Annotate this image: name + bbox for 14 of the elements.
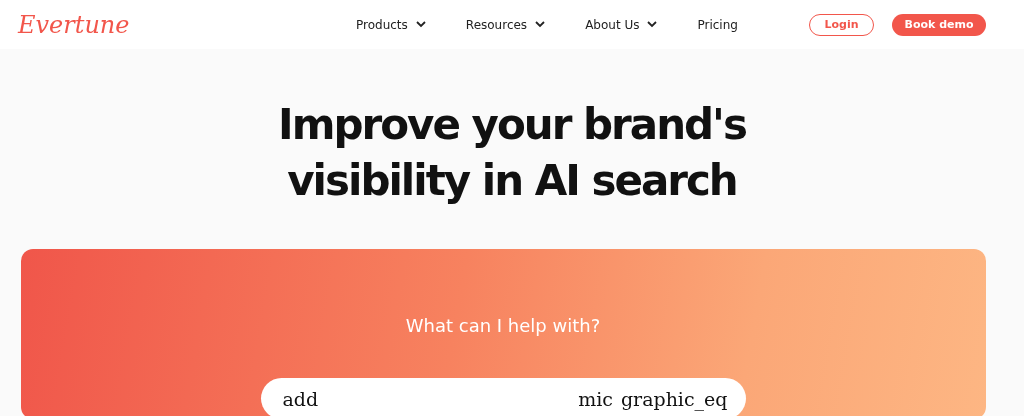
chevron-down-icon xyxy=(415,21,426,28)
nav-link[interactable]: About Us xyxy=(585,17,658,32)
prompt-title: What can I help with? xyxy=(405,315,601,336)
headline: Improve your brand's xyxy=(278,99,746,151)
nav-link[interactable]: Resources xyxy=(465,17,546,32)
chevron-down-icon xyxy=(647,21,658,28)
headline: visibility in AI search xyxy=(286,155,738,207)
mic-button[interactable]: mic xyxy=(578,388,613,416)
prompt-input[interactable]: add mic graphic_eq xyxy=(260,378,746,416)
add-button[interactable]: add xyxy=(282,388,319,416)
chevron-down-icon xyxy=(535,21,546,28)
nav-link[interactable]: Pricing xyxy=(697,17,738,32)
voice-button[interactable]: graphic_eq xyxy=(620,388,728,416)
nav-link[interactable]: Products xyxy=(356,17,426,32)
